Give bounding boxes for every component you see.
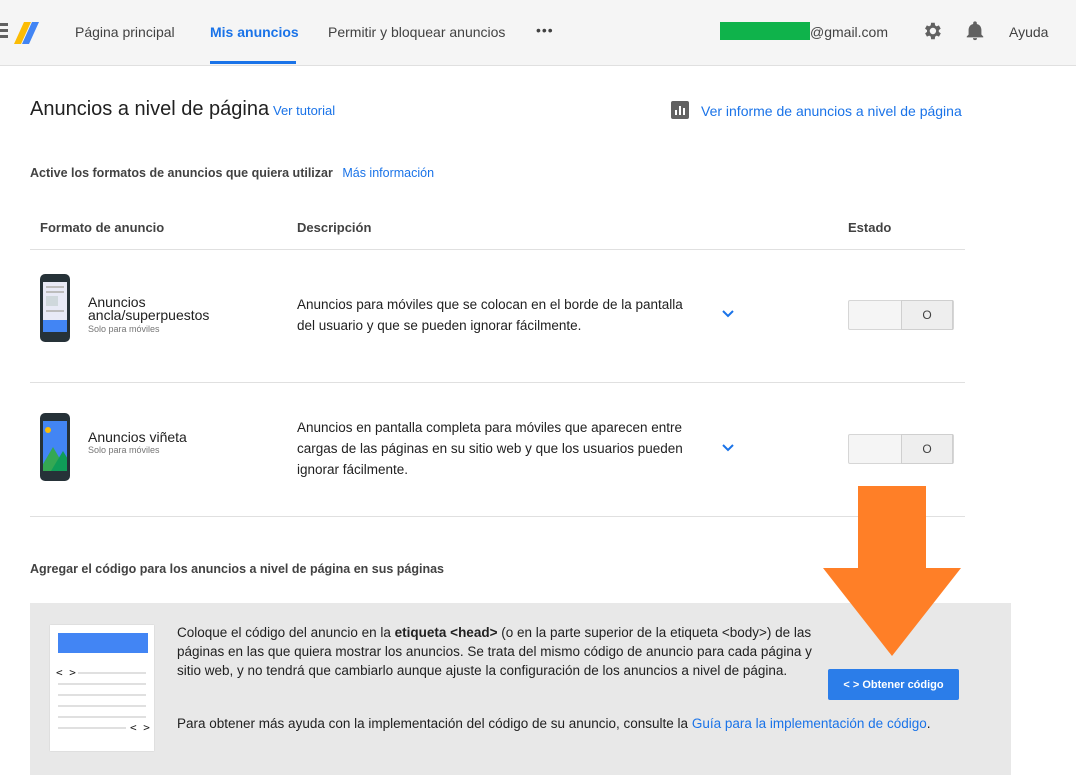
format-sub: Solo para móviles — [88, 445, 160, 455]
nav-home[interactable]: Página principal — [75, 24, 175, 40]
tutorial-link[interactable]: Ver tutorial — [273, 103, 335, 118]
format-description: Anuncios para móviles que se colocan en … — [297, 297, 683, 333]
instructions-text: Coloque el código del anuncio en la — [177, 625, 395, 640]
get-code-button[interactable]: < > Obtener código — [828, 669, 959, 700]
bell-icon[interactable] — [964, 20, 986, 42]
bar-chart-icon — [671, 101, 689, 119]
code-illustration: < > < > — [50, 625, 154, 751]
illustration-header — [58, 633, 148, 653]
toggle-state: O — [901, 300, 953, 330]
toggle-state: O — [901, 434, 953, 464]
col-header-description: Descripción — [297, 220, 372, 235]
code-section-label: Agregar el código para los anuncios a ni… — [30, 562, 445, 576]
anchor-ad-phone-icon — [40, 274, 70, 342]
email-redaction — [720, 22, 810, 40]
head-tag-text: etiqueta <head> — [394, 625, 498, 640]
more-info-link[interactable]: Más información — [342, 166, 434, 180]
table-divider — [30, 382, 965, 383]
nav-my-ads[interactable]: Mis anuncios — [210, 24, 299, 40]
format-sub: Solo para móviles — [88, 324, 160, 334]
implementation-guide-link[interactable]: Guía para la implementación de código — [692, 716, 927, 731]
help-text: Para obtener más ayuda con la implementa… — [177, 716, 692, 731]
nav-more-icon[interactable]: ••• — [536, 22, 554, 38]
format-description: Anuncios en pantalla completa para móvil… — [297, 420, 683, 477]
page-title: Anuncios a nivel de página — [30, 98, 270, 120]
table-divider — [30, 249, 965, 250]
gear-icon[interactable] — [921, 20, 943, 42]
help-link[interactable]: Ayuda — [1009, 24, 1048, 40]
chevron-down-icon[interactable] — [720, 306, 736, 322]
formats-section-label: Active los formatos de anuncios que quie… — [30, 166, 434, 180]
vignette-ads-toggle[interactable]: O — [848, 434, 954, 464]
chevron-down-icon[interactable] — [720, 440, 736, 456]
col-header-format: Formato de anuncio — [40, 220, 165, 235]
arrow-down-icon — [823, 486, 961, 656]
vignette-ad-phone-icon — [40, 413, 70, 481]
account-email[interactable]: @gmail.com — [810, 24, 888, 40]
top-bar: Página principal Mis anuncios Permitir y… — [0, 0, 1076, 66]
nav-allow-block-ads[interactable]: Permitir y bloquear anuncios — [328, 24, 505, 40]
code-glyph: < > — [130, 721, 150, 734]
format-name: Anuncios viñeta — [88, 429, 187, 445]
code-instructions: Coloque el código del anuncio en la etiq… — [177, 623, 817, 680]
implementation-help: Para obtener más ayuda con la implementa… — [177, 716, 931, 731]
anchor-ads-toggle[interactable]: O — [848, 300, 954, 330]
adsense-logo-icon[interactable] — [0, 20, 42, 44]
help-text-end: . — [926, 716, 931, 731]
code-glyph: < > — [56, 666, 76, 679]
format-name: Anuncios ancla/superpuestos — [88, 294, 210, 323]
report-link[interactable]: Ver informe de anuncios a nivel de págin… — [701, 103, 962, 119]
formats-label-text: Active los formatos de anuncios que quie… — [30, 166, 333, 180]
col-header-state: Estado — [848, 220, 892, 235]
active-tab-indicator — [210, 61, 296, 64]
